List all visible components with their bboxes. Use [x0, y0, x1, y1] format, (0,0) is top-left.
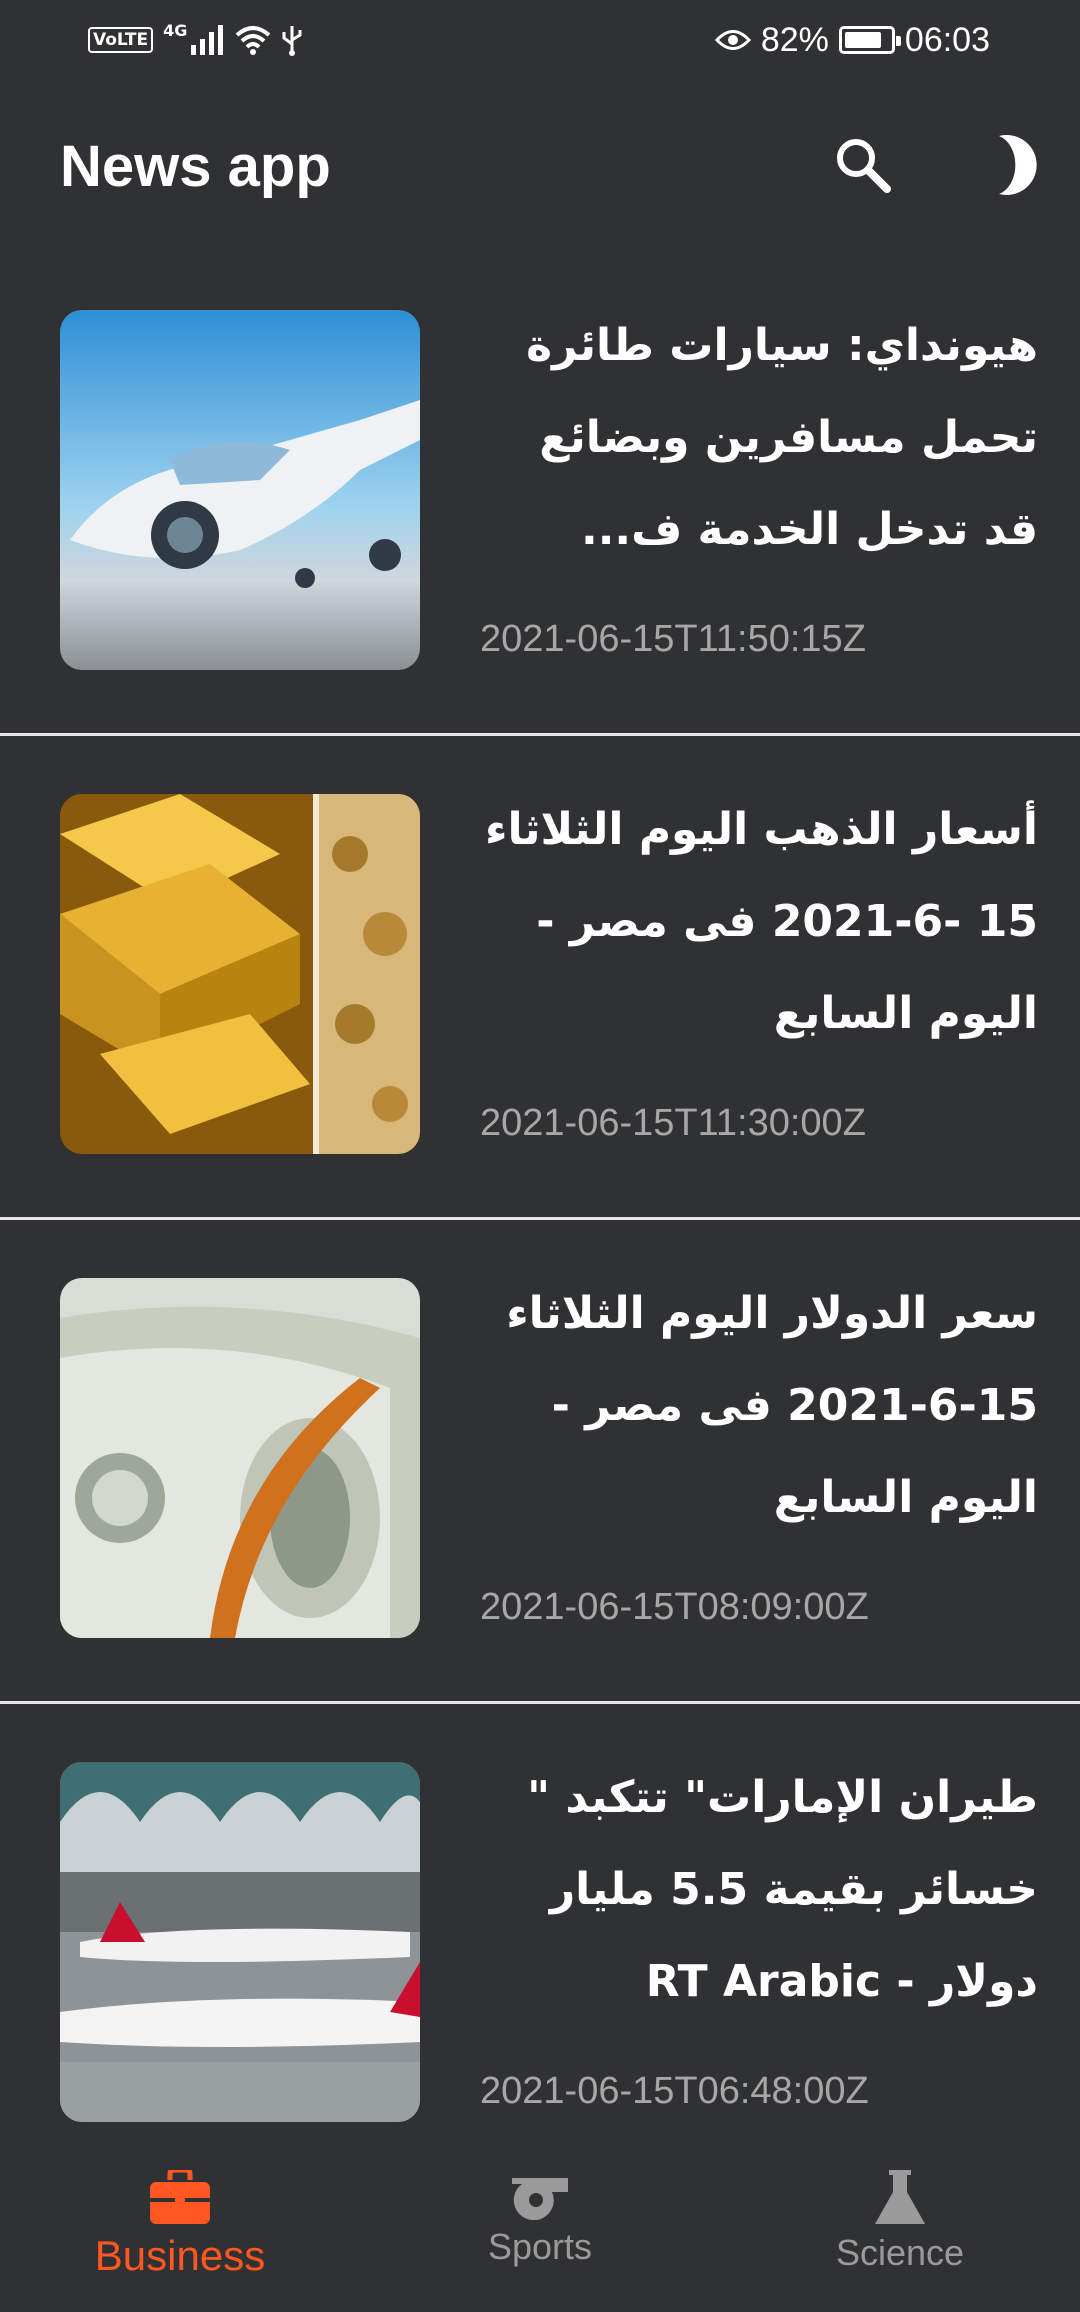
emirates-planes-image [60, 1762, 420, 2122]
battery-percent: 82% [760, 20, 829, 59]
news-list: هيونداي: سيارات طائرة تحمل مسافرين وبضائ… [0, 252, 1080, 2188]
article-date: 2021-06-15T11:30:00Z [480, 1102, 866, 1144]
article-thumbnail [60, 310, 420, 670]
article-thumbnail [60, 1762, 420, 2122]
search-button[interactable] [818, 120, 908, 210]
briefcase-icon [150, 2170, 210, 2224]
status-left-group: VoLTE 4G [88, 18, 303, 62]
volte-indicator: VoLTE [88, 27, 154, 53]
article-date: 2021-06-15T11:50:15Z [480, 618, 866, 660]
bottom-navigation: Business Sports Science [0, 2150, 1080, 2312]
clock: 06:03 [904, 20, 990, 59]
dollar-roll-image [60, 1278, 420, 1638]
article-thumbnail [60, 794, 420, 1154]
usb-icon [282, 26, 302, 56]
theme-toggle-button[interactable] [964, 120, 1054, 210]
news-item[interactable]: هيونداي: سيارات طائرة تحمل مسافرين وبضائ… [0, 252, 1080, 736]
article-title: طيران الإمارات" تتكبد " خسائر بقيمة 5.5 … [527, 1772, 1038, 2007]
app-title: News app [60, 134, 331, 199]
article-title: سعر الدولار اليوم الثلاثاء 15-6-2021 فى … [506, 1288, 1038, 1523]
wifi-icon [236, 26, 271, 55]
article-date: 2021-06-15T06:48:00Z [480, 2070, 869, 2112]
status-bar: VoLTE 4G 82% 06:03 [0, 0, 1080, 80]
article-date: 2021-06-15T08:09:00Z [480, 1586, 869, 1628]
article-thumbnail [60, 1278, 420, 1638]
flask-icon [875, 2170, 925, 2224]
article-title: أسعار الذهب اليوم الثلاثاء 15 -6-2021 فى… [484, 804, 1038, 1039]
gold-bars-image [60, 794, 420, 1154]
news-item[interactable]: طيران الإمارات" تتكبد " خسائر بقيمة 5.5 … [0, 1704, 1080, 2188]
nav-business-label: Business [94, 2232, 266, 2279]
battery-icon [838, 26, 901, 54]
nav-sports-label: Sports [487, 2226, 593, 2267]
whistle-icon [512, 2178, 568, 2220]
network-type: 4G [163, 20, 188, 40]
nav-business[interactable]: Business [0, 2150, 360, 2312]
dark-mode-moon-icon [999, 135, 1037, 195]
search-icon [837, 139, 891, 193]
flying-car-image [60, 310, 420, 670]
eye-comfort-icon [714, 30, 751, 50]
nav-sports[interactable]: Sports [360, 2150, 720, 2312]
app-bar: News app [0, 80, 1080, 252]
nav-science[interactable]: Science [720, 2150, 1080, 2312]
news-item[interactable]: سعر الدولار اليوم الثلاثاء 15-6-2021 فى … [0, 1220, 1080, 1704]
news-item[interactable]: أسعار الذهب اليوم الثلاثاء 15 -6-2021 فى… [0, 736, 1080, 1220]
battery-level [844, 32, 881, 48]
nav-science-label: Science [835, 2232, 965, 2273]
signal-icon [191, 25, 224, 55]
status-right-group: 82% 06:03 [714, 18, 990, 62]
article-title: هيونداي: سيارات طائرة تحمل مسافرين وبضائ… [526, 320, 1038, 555]
